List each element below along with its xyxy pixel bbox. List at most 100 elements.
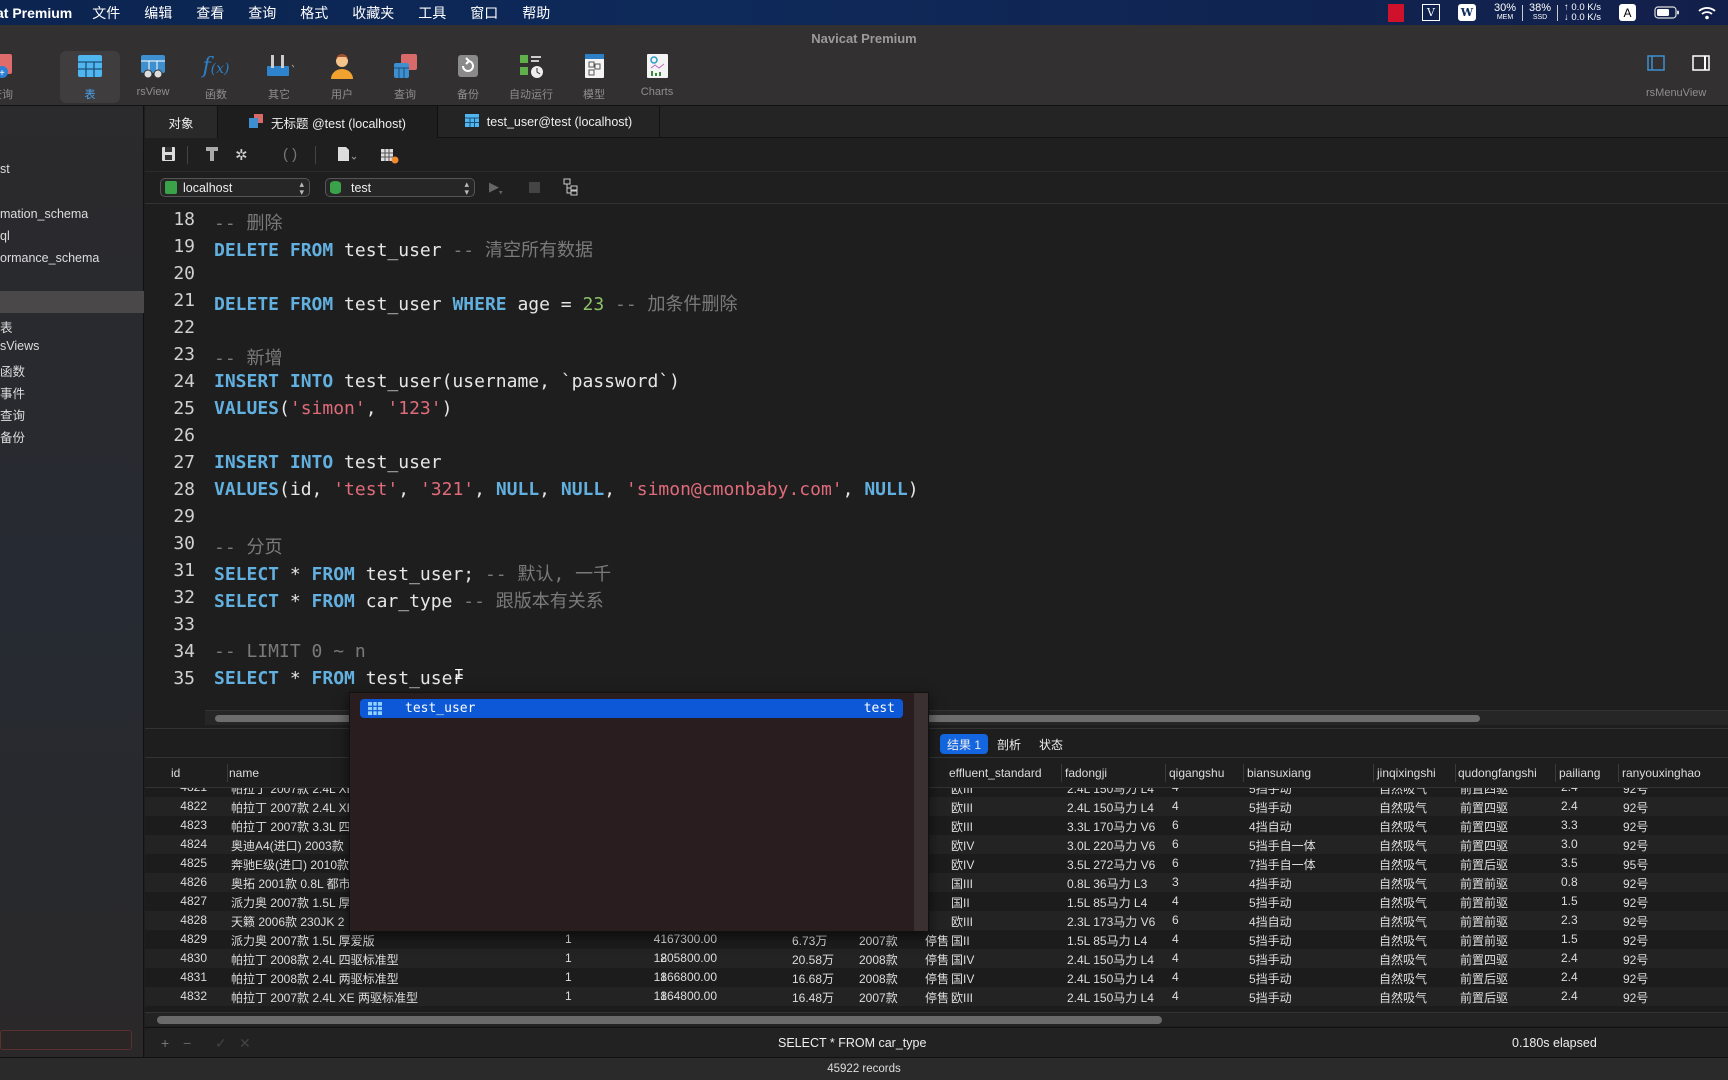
cell-qd[interactable]: 前置四驱 [1460,951,1508,968]
app-menu[interactable]: at Premium [0,5,72,21]
cell-name[interactable]: 帕拉丁 2007款 3.3L 四 [231,818,351,835]
cell-es[interactable]: 国II [951,932,970,949]
toolbar-user-button[interactable]: 用户 [312,51,372,103]
cell-fd[interactable]: 2.4L 150马力 L4 [1067,989,1154,1006]
tab-profile[interactable]: 剖析 [990,734,1028,754]
cell-qg[interactable]: 4 [1172,799,1179,813]
cell-c5[interactable]: 2007款 [859,989,898,1006]
cell-bs[interactable]: 5挡手动 [1249,788,1292,797]
run-icon[interactable]: ▶▾ [489,179,503,197]
cell-qd[interactable]: 前置四驱 [1460,818,1508,835]
cell-bs[interactable]: 5挡手动 [1249,989,1292,1006]
delete-record-icon[interactable]: − [183,1035,191,1051]
input-method-icon[interactable]: A [1619,4,1636,21]
cell-pl[interactable]: 3.5 [1561,856,1578,870]
cell-ry[interactable]: 92号 [1623,932,1648,949]
cell-ry[interactable]: 92号 [1623,989,1648,1006]
cell-c6[interactable]: 停售 [925,951,949,968]
cell-jq[interactable]: 自然吸气 [1379,875,1427,892]
cell-fd[interactable]: 3.0L 220马力 V6 [1067,837,1155,854]
cell-es[interactable]: 国III [951,875,973,892]
code-snippet-icon[interactable] [337,146,357,166]
cell-qd[interactable]: 前置前驱 [1460,875,1508,892]
discard-changes-icon[interactable]: ✕ [239,1035,251,1052]
cell-ry[interactable]: 95号 [1623,856,1648,873]
menu-window[interactable]: 窗口 [470,3,498,23]
cell-fd[interactable]: 2.3L 173马力 V6 [1067,913,1155,930]
apply-changes-icon[interactable]: ✓ [215,1035,227,1052]
cell-fd[interactable]: 2.4L 150马力 L4 [1067,788,1154,797]
toolbar-new-query-button[interactable]: + 查询 [0,51,32,103]
cell-id[interactable]: 4830 [145,951,207,965]
cell-id[interactable]: 4827 [145,894,207,908]
menu-format[interactable]: 格式 [300,3,328,23]
cell-es[interactable]: 欧III [951,913,973,930]
cell-ry[interactable]: 92号 [1623,894,1648,911]
cell-id[interactable]: 4821 [145,788,207,794]
cell-bs[interactable]: 4挡自动 [1249,818,1292,835]
cell-c5[interactable]: 2008款 [859,951,898,968]
cell-bs[interactable]: 5挡手动 [1249,894,1292,911]
cell-name[interactable]: 奥迪A4(进口) 2003款 [231,837,344,854]
cell-es[interactable]: 欧IV [951,837,974,854]
toolbar-query-button[interactable]: 查询 [375,51,435,103]
cell-qg[interactable]: 6 [1172,856,1179,870]
cell-es[interactable]: 国IV [951,970,974,987]
cell-qd[interactable]: 前置四驱 [1460,799,1508,816]
sidebar-item-tables[interactable]: 表 [0,317,13,336]
cell-c6[interactable]: 停售 [925,932,949,949]
cell-name[interactable]: 奥拓 2001款 0.8L 都市 [231,875,351,892]
explain-icon[interactable] [380,146,400,168]
cell-c1[interactable]: 1 [565,989,572,1003]
grid-horizontal-scrollbar[interactable] [145,1012,1728,1026]
cell-name[interactable]: 派力奥 2007款 1.5L 厚爱版 [231,932,375,949]
cell-name[interactable]: 天籁 2006款 230JK 2 [231,913,344,930]
cell-es[interactable]: 欧III [951,818,973,835]
cell-id[interactable]: 4828 [145,913,207,927]
cell-bs[interactable]: 7挡手自一体 [1249,856,1316,873]
cell-bs[interactable]: 5挡手自一体 [1249,837,1316,854]
sidebar-selected-row[interactable] [0,291,144,313]
autocomplete-item[interactable]: test_user test [360,699,903,718]
sidebar-item-views[interactable]: sViews [0,339,39,353]
cell-c5[interactable]: 2007款 [859,932,898,949]
cell-es[interactable]: 欧III [951,989,973,1006]
add-record-icon[interactable]: + [161,1035,169,1051]
cell-ry[interactable]: 92号 [1623,951,1648,968]
cell-pl[interactable]: 2.3 [1561,913,1578,927]
cell-jq[interactable]: 自然吸气 [1379,970,1427,987]
cell-fd[interactable]: 1.5L 85马力 L4 [1067,932,1147,949]
cell-bs[interactable]: 5挡手动 [1249,970,1292,987]
table-row[interactable]: 4829 派力奥 2007款 1.5L 厚爱版 1 41 67300.00 6.73万 20… [145,930,1728,949]
sidebar-item-functions[interactable]: 函数 [0,361,25,380]
beautify-sql-icon[interactable]: ✲ [235,146,248,164]
cell-es[interactable]: 欧IV [951,856,974,873]
cell-jq[interactable]: 自然吸气 [1379,951,1427,968]
cell-es[interactable]: 国II [951,894,970,911]
cell-name[interactable]: 帕拉丁 2008款 2.4L 两驱标准型 [231,970,399,987]
parentheses-icon[interactable]: ( ) [283,146,297,163]
sidebar-item-queries[interactable]: 查询 [0,405,25,424]
cell-qd[interactable]: 前置后驱 [1460,856,1508,873]
sidebar-item-mysql[interactable]: ql [0,229,10,243]
server-select[interactable]: localhost ▴ ▾ [160,178,310,197]
cell-fd[interactable]: 3.3L 170马力 V6 [1067,818,1155,835]
sidebar-search-input[interactable] [0,1030,132,1050]
cell-id[interactable]: 4829 [145,932,207,946]
cell-c4[interactable]: 16.68万 [792,970,834,987]
cell-qg[interactable]: 4 [1172,951,1179,965]
cell-jq[interactable]: 自然吸气 [1379,818,1427,835]
cell-pl[interactable]: 2.4 [1561,951,1578,965]
cell-c3[interactable]: 164800.00 [605,989,717,1003]
cell-qg[interactable]: 6 [1172,818,1179,832]
cell-fd[interactable]: 0.8L 36马力 L3 [1067,875,1147,892]
cell-ry[interactable]: 92号 [1623,875,1648,892]
toolbar-backup-button[interactable]: 备份 [438,51,498,103]
toggle-sidebar-right-button[interactable] [1692,55,1710,76]
toolbar-view-button[interactable]: rsView [123,51,183,103]
column-header-effluent-standard[interactable]: effluent_standard [949,766,1042,780]
cell-pl[interactable]: 2.4 [1561,788,1578,794]
cell-id[interactable]: 4825 [145,856,207,870]
cell-qg[interactable]: 4 [1172,894,1179,908]
cell-qg[interactable]: 3 [1172,875,1179,889]
